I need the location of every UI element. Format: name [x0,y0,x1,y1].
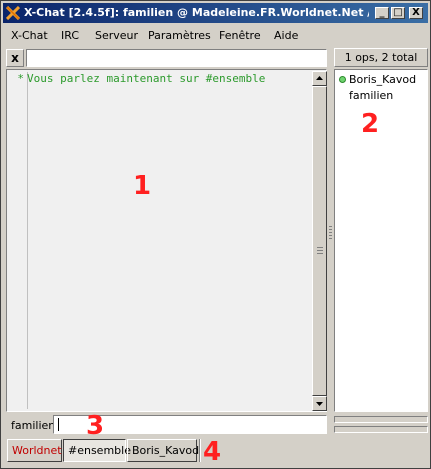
menu-irc[interactable]: IRC [61,29,79,42]
user-list[interactable]: Boris_Kavod familien [334,69,428,412]
annotation-2: 2 [361,109,380,139]
tab-boris-kavod[interactable]: Boris_Kavod [127,439,199,462]
close-window-button[interactable]: X [409,7,423,19]
tab-separator [199,439,201,462]
menu-fenetre[interactable]: Fenêtre [219,29,261,42]
chat-line-prefix: * [17,72,24,85]
pane-splitter[interactable] [329,226,332,240]
chat-text-area[interactable]: * Vous parlez maintenant sur #ensemble [6,69,327,412]
op-status-icon [339,76,346,83]
menu-parametres[interactable]: Paramètres [148,29,211,42]
xchat-logo-icon [6,6,20,20]
lag-meter [334,416,428,423]
nick-button[interactable]: familien [11,419,55,432]
annotation-1: 1 [133,171,152,201]
title-bar[interactable]: X-Chat [2.4.5f]: familien @ Madeleine.FR… [3,3,428,23]
scroll-down-button[interactable] [312,396,327,411]
window-title: X-Chat [2.4.5f]: familien @ Madeleine.FR… [24,6,369,19]
arrow-down-icon [316,402,323,406]
menu-aide[interactable]: Aide [274,29,298,42]
annotation-4: 4 [203,437,222,467]
throttle-meter [334,426,428,433]
user-name: Boris_Kavod [349,73,417,86]
menu-xchat[interactable]: X-Chat [11,29,48,42]
chat-separator [27,72,28,409]
topic-input[interactable] [26,49,327,67]
chat-line-text: Vous parlez maintenant sur #ensemble [27,72,266,85]
menu-serveur[interactable]: Serveur [95,29,138,42]
userlist-header: 1 ops, 2 total [334,48,428,67]
scroll-thumb[interactable] [312,86,327,396]
user-item[interactable]: Boris_Kavod [335,72,425,86]
arrow-up-icon [316,76,323,80]
annotation-3: 3 [86,411,105,441]
user-name: familien [349,89,394,102]
minimize-button[interactable]: _ [375,7,389,19]
grip-icon [317,247,323,255]
user-item[interactable]: familien [335,88,425,102]
scroll-up-button[interactable] [312,71,327,86]
tab-worldnet[interactable]: Worldnet [7,439,62,462]
text-caret [58,418,59,431]
xchat-window: X-Chat [2.4.5f]: familien @ Madeleine.FR… [0,0,431,469]
close-tab-button[interactable]: x [6,49,24,67]
tab-ensemble[interactable]: #ensemble [63,439,131,462]
chat-scrollbar[interactable] [312,71,327,411]
menu-bar: X-Chat IRC Serveur Paramètres Fenêtre Ai… [3,25,428,45]
maximize-button[interactable]: □ [391,7,405,19]
